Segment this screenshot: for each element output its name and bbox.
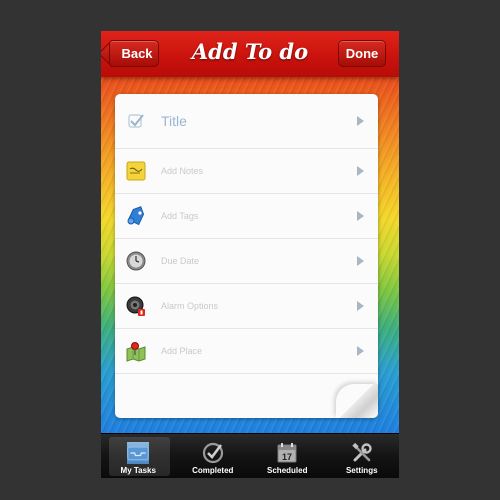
check-circle-icon xyxy=(202,442,223,464)
disclosure-arrow-icon xyxy=(357,301,364,311)
tools-icon xyxy=(352,442,372,462)
inbox-tray-icon xyxy=(127,442,150,464)
title-label: Title xyxy=(161,113,187,129)
tab-bar: My Tasks Completed 17 Scheduled Settings xyxy=(101,433,399,478)
checkmark-icon xyxy=(125,110,147,132)
tab-label: Settings xyxy=(345,466,378,475)
page-curl xyxy=(336,384,378,418)
disclosure-arrow-icon xyxy=(357,346,364,356)
alarm-options-label: Alarm Options xyxy=(161,301,219,311)
due-date-row[interactable]: Due Date xyxy=(115,239,378,284)
tab-label: Completed xyxy=(192,466,234,475)
alarm-speaker-icon xyxy=(125,295,147,317)
tab-my-tasks[interactable]: My Tasks xyxy=(101,434,176,478)
tags-label: Add Tags xyxy=(161,211,199,221)
calendar-icon: 17 xyxy=(277,443,297,463)
navigation-bar: Back Add To do Done xyxy=(101,31,399,77)
map-pin-icon xyxy=(125,340,147,362)
alarm-options-row[interactable]: Alarm Options xyxy=(115,284,378,329)
phone-screen: Back Add To do Done Title Add Notes Add … xyxy=(101,31,399,478)
notes-row[interactable]: Add Notes xyxy=(115,149,378,194)
title-row[interactable]: Title xyxy=(115,94,378,149)
done-button[interactable]: Done xyxy=(338,40,386,67)
place-label: Add Place xyxy=(161,346,203,356)
calendar-day: 17 xyxy=(282,452,292,462)
due-date-label: Due Date xyxy=(161,256,200,266)
tab-settings[interactable]: Settings xyxy=(325,434,400,478)
tab-completed[interactable]: Completed xyxy=(176,434,251,478)
disclosure-arrow-icon xyxy=(357,256,364,266)
notes-icon xyxy=(125,160,147,182)
place-row[interactable]: Add Place xyxy=(115,329,378,374)
tab-scheduled[interactable]: 17 Scheduled xyxy=(250,434,325,478)
disclosure-arrow-icon xyxy=(357,211,364,221)
todo-form-card: Title Add Notes Add Tags Due Date Alarm … xyxy=(115,94,378,418)
clock-icon xyxy=(125,250,147,272)
notes-label: Add Notes xyxy=(161,166,204,176)
disclosure-arrow-icon xyxy=(357,116,364,126)
tab-label: My Tasks xyxy=(120,466,156,475)
disclosure-arrow-icon xyxy=(357,166,364,176)
tab-label: Scheduled xyxy=(267,466,308,475)
tags-row[interactable]: Add Tags xyxy=(115,194,378,239)
tag-icon xyxy=(125,205,147,227)
